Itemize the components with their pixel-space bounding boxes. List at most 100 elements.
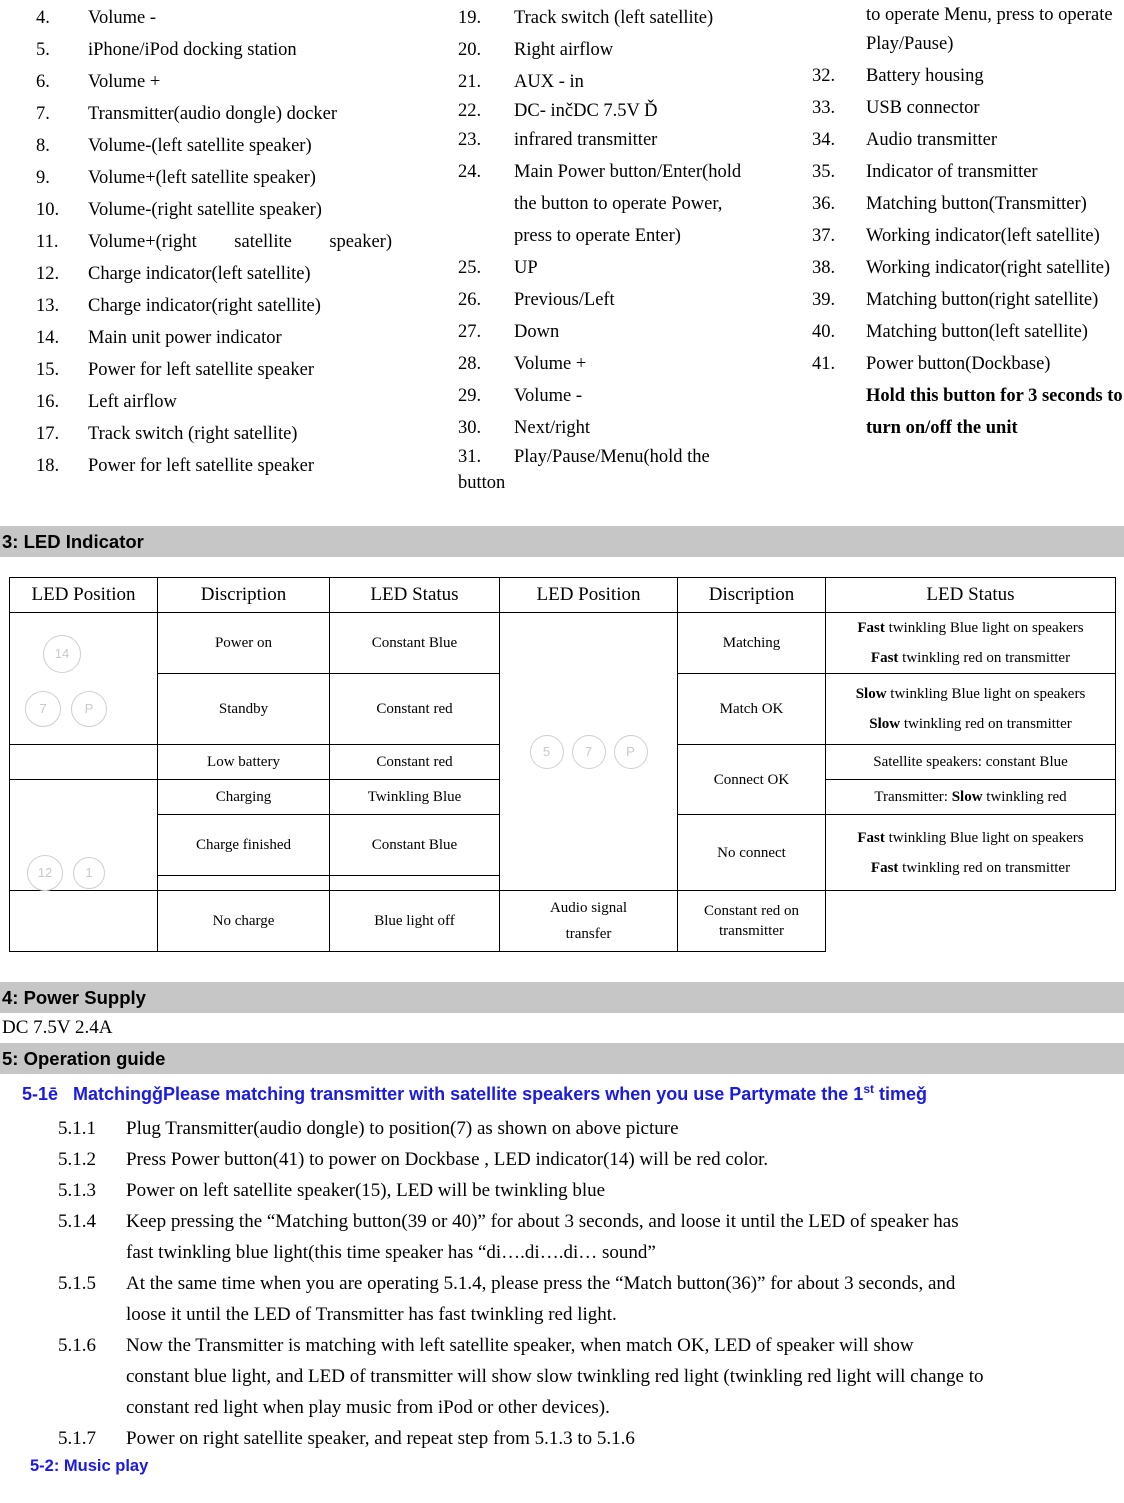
list-item: 18. Power for left satellite speaker: [36, 450, 392, 482]
item-number: 24.: [458, 162, 482, 182]
position-circle-14: 14: [43, 635, 81, 673]
item-label: Transmitter(audio dongle) docker: [88, 104, 338, 124]
led-status: Blue light off: [329, 890, 500, 952]
status-line: Fast twinkling red on transmitter: [829, 855, 1112, 881]
column-header-led-status-right: LED Status: [825, 577, 1116, 613]
item-number: 8.: [36, 136, 50, 156]
led-description: Match OK: [677, 673, 826, 745]
led-description: Audio signal transfer: [499, 890, 678, 952]
position-circle-5: 5: [529, 734, 564, 769]
step-line: At the same time when you are operating …: [126, 1273, 956, 1294]
list-item: 19. Track switch (left satellite): [458, 2, 792, 34]
status-text: twinkling red on transmitter: [898, 650, 1071, 666]
list-item: 34. Audio transmitter: [812, 124, 1124, 156]
description-line1: Audio signal: [549, 900, 628, 916]
status-text: twinkling red on transmitter: [900, 716, 1072, 732]
section-heading-operation-guide: 5: Operation guide: [0, 1043, 1124, 1074]
list-item: 23. infrared transmitter: [458, 124, 792, 156]
list-item: 29. Volume -: [458, 380, 792, 412]
item-number: 20.: [458, 40, 482, 60]
item-number: 30.: [458, 418, 482, 438]
item-label: Matching button(right satellite): [866, 290, 1099, 310]
subsection-number: 5-1ē: [22, 1084, 59, 1104]
list-item: 4. Volume -: [36, 2, 392, 34]
led-status: Constant red: [329, 673, 500, 745]
list-item: 9. Volume+(left satellite speaker): [36, 162, 392, 194]
led-position-diagram-dockbase-top: 14 7 P: [9, 612, 158, 745]
step-number: 5.1.2: [58, 1149, 96, 1170]
table-row: 14 7 P Power on Constant Blue 5 7 P Matc…: [9, 612, 1116, 891]
item-number: 13.: [36, 296, 60, 316]
step-line: Now the Transmitter is matching with lef…: [126, 1335, 914, 1356]
item-number: 34.: [812, 130, 836, 150]
item-number: 11.: [36, 232, 59, 252]
item-label: Matching button(Transmitter): [866, 194, 1087, 214]
list-item: 30. Next/right: [458, 412, 792, 444]
position-circle-group: 5 7 P: [503, 734, 674, 769]
item-number: 5.: [36, 40, 50, 60]
position-circle-P: P: [613, 734, 648, 769]
item-number: 21.: [458, 72, 482, 92]
step-item: 5.1.5 At the same time when you are oper…: [0, 1268, 1124, 1330]
list-item: 8. Volume-(left satellite speaker): [36, 130, 392, 162]
step-body: Press Power button(41) to power on Dockb…: [126, 1144, 1124, 1175]
parts-left-column: 4. Volume - 5. iPhone/iPod docking station…: [0, 2, 392, 496]
step-number: 5.1.3: [58, 1180, 96, 1201]
list-item: 40. Matching button(left satellite): [812, 316, 1124, 348]
item-number: 32.: [812, 66, 836, 86]
status-line: Fast twinkling red on transmitter: [829, 645, 1112, 671]
step-line: Plug Transmitter(audio dongle) to positi…: [126, 1118, 679, 1139]
led-status: Satellite speakers: constant Blue: [825, 744, 1116, 780]
item-24-line2: the button to operate Power,: [514, 194, 723, 214]
section-heading-power-supply: 4: Power Supply: [0, 982, 1124, 1013]
subsection-body: Please matching transmitter with satelli…: [163, 1084, 864, 1104]
column-header-led-status-left: LED Status: [329, 577, 500, 613]
item-number: 4.: [36, 8, 50, 28]
step-number: 5.1.1: [58, 1118, 96, 1139]
item-number: 16.: [36, 392, 60, 412]
item-label: Indicator of transmitter: [866, 162, 1038, 182]
item-number: 22.: [458, 101, 482, 121]
step-number: 5.1.6: [58, 1335, 96, 1356]
led-status: Fast twinkling Blue light on speakers Fa…: [825, 814, 1116, 891]
item-number: 27.: [458, 322, 482, 342]
item-label: Play/Pause/Menu(hold the: [514, 447, 710, 467]
item-label: Main Power button/Enter(hold: [514, 162, 742, 182]
led-indicator-table: LED Position Discription LED Status LED …: [9, 577, 1116, 952]
list-item: 37. Working indicator(left satellite): [812, 220, 1124, 252]
led-description: Low battery: [157, 744, 330, 780]
list-item-31: 31. Play/Pause/Menu(hold the: [458, 444, 792, 470]
list-item: 15. Power for left satellite speaker: [36, 354, 392, 386]
operation-steps-list: 5.1.1 Plug Transmitter(audio dongle) to …: [0, 1109, 1124, 1454]
list-item: 5. iPhone/iPod docking station: [36, 34, 392, 66]
led-description: Charge finished: [157, 814, 330, 876]
subsection-title: Matchingǧ: [73, 1084, 164, 1104]
step-body: Power on left satellite speaker(15), LED…: [126, 1175, 1124, 1206]
led-status: Constant Blue: [329, 814, 500, 876]
list-item: 6. Volume +: [36, 66, 392, 98]
item-number: 12.: [36, 264, 60, 284]
step-item: 5.1.1 Plug Transmitter(audio dongle) to …: [0, 1113, 1124, 1144]
status-line: Slow twinkling Blue light on speakers: [829, 681, 1112, 707]
item-label: Audio transmitter: [866, 130, 998, 150]
step-body: Now the Transmitter is matching with lef…: [126, 1330, 1124, 1423]
item-number: 6.: [36, 72, 50, 92]
item-label: Working indicator(left satellite): [866, 226, 1100, 246]
step-item: 5.1.2 Press Power button(41) to power on…: [0, 1144, 1124, 1175]
led-status: Twinkling Blue: [329, 779, 500, 815]
led-status: Constant Blue: [329, 612, 500, 674]
subsection-tail: timeǧ: [873, 1084, 927, 1104]
item-number: 25.: [458, 258, 482, 278]
item-label: Charge indicator(left satellite): [88, 264, 311, 284]
item-number: 18.: [36, 456, 60, 476]
position-circle-1: 1: [73, 857, 105, 889]
status-text: twinkling red on transmitter: [898, 859, 1071, 876]
item-label: UP: [514, 258, 538, 278]
item-number: 40.: [812, 322, 836, 342]
step-body: At the same time when you are operating …: [126, 1268, 1124, 1330]
led-position-diagram-dockbase-bottom: 12 1: [9, 779, 158, 891]
item-number: 14.: [36, 328, 60, 348]
status-emphasis: Fast: [870, 859, 899, 876]
led-description-spacer: [157, 875, 330, 891]
item-label: Power for left satellite speaker: [88, 456, 315, 476]
